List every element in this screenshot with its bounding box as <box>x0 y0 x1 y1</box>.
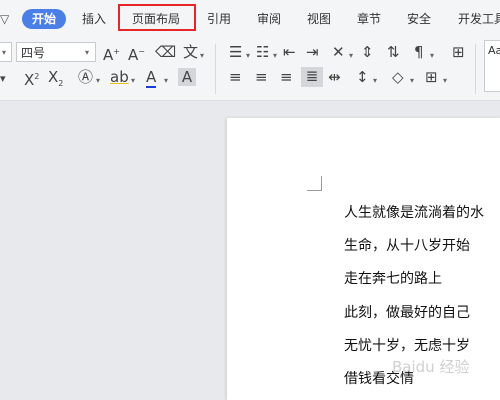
chevron-down-icon[interactable]: ▾ <box>430 51 434 60</box>
line-spacing-icon[interactable]: ⇕ <box>361 43 374 61</box>
font-size-combo[interactable]: 四号 ▾ <box>16 42 96 62</box>
bullet-list-icon[interactable]: ☰ <box>229 43 242 61</box>
borders-icon[interactable]: ⊞ <box>425 68 438 86</box>
chevron-down-icon[interactable]: ▾ <box>273 51 277 60</box>
document-line[interactable]: 生命，从十八岁开始 <box>344 235 470 255</box>
tab-references[interactable]: 引用 <box>207 9 231 29</box>
char-shading-icon[interactable]: A <box>178 68 196 86</box>
ribbon-tab-bar: ▽ 开始 插入 页面布局 引用 审阅 视图 章节 安全 开发工具 <box>0 0 500 36</box>
chevron-down-icon[interactable]: ▾ <box>200 51 204 60</box>
chevron-down-icon[interactable]: ▾ <box>164 76 168 85</box>
chevron-down-icon: ▾ <box>85 48 90 57</box>
highlight-color-icon[interactable]: ab <box>110 68 129 86</box>
tab-chapter[interactable]: 章节 <box>357 9 381 29</box>
increase-indent-icon[interactable]: ⇥ <box>306 43 319 61</box>
font-size-value: 四号 <box>21 46 46 60</box>
superscript-icon[interactable]: X2 <box>24 68 39 89</box>
styles-preview: Aa <box>488 44 500 57</box>
paragraph-shading-icon[interactable]: ◇ <box>392 68 404 86</box>
watermark: Baidu 经验 <box>392 358 470 376</box>
chevron-down-icon[interactable]: ▾ <box>246 51 250 60</box>
subscript-icon[interactable]: X2 <box>48 68 63 93</box>
font-name-combo[interactable]: ▾ <box>0 42 12 62</box>
numbered-list-icon[interactable]: ☷ <box>256 43 269 61</box>
align-left-icon[interactable]: ≡ <box>229 68 242 86</box>
align-right-icon[interactable]: ≡ <box>280 68 293 86</box>
show-marks-icon[interactable]: ¶ <box>414 43 424 61</box>
menu-caret-icon[interactable]: ▽ <box>0 9 9 29</box>
chevron-down-icon[interactable]: ▾ <box>131 76 135 85</box>
decrease-indent-icon[interactable]: ⇤ <box>283 43 296 61</box>
tab-view[interactable]: 视图 <box>307 9 331 29</box>
tab-insert[interactable]: 插入 <box>82 9 106 29</box>
chevron-down-icon: ▾ <box>2 48 7 57</box>
margin-corner-mark <box>307 176 322 191</box>
clear-format-icon[interactable]: ⌫ <box>155 43 176 61</box>
line-spacing-options-icon[interactable]: ↕ <box>356 68 369 86</box>
chevron-down-icon[interactable]: ▾ <box>349 51 353 60</box>
styles-gallery[interactable]: Aa <box>484 40 500 92</box>
font-color-icon[interactable]: A <box>146 68 157 88</box>
chevron-down-icon[interactable]: ▾ <box>96 76 100 85</box>
document-line[interactable]: 人生就像是流淌着的水 <box>344 202 484 222</box>
chinese-layout-icon[interactable]: ✕ <box>332 43 345 61</box>
tab-dev-tools[interactable]: 开发工具 <box>458 9 500 29</box>
document-line[interactable]: 走在奔七的路上 <box>344 268 442 288</box>
document-line[interactable]: 无忧十岁，无虑十岁 <box>344 335 470 355</box>
document-line[interactable]: 此刻，做最好的自己 <box>344 302 470 322</box>
tab-security[interactable]: 安全 <box>407 9 431 29</box>
table-icon[interactable]: ⊞ <box>452 43 465 61</box>
toolbar-divider <box>215 44 216 94</box>
chevron-down-icon[interactable]: ▾ <box>373 76 377 85</box>
justify-icon[interactable]: ≣ <box>301 67 323 87</box>
shrink-font-icon[interactable]: A− <box>128 43 145 64</box>
chevron-down-icon[interactable]: ▾ <box>410 76 414 85</box>
tab-start[interactable]: 开始 <box>22 9 67 29</box>
chevron-down-icon[interactable]: ▾ <box>443 76 447 85</box>
tab-review[interactable]: 审阅 <box>257 9 281 29</box>
text-effect-icon[interactable]: Ⓐ <box>78 68 93 86</box>
grow-font-icon[interactable]: A+ <box>103 43 120 64</box>
toolbar-divider <box>475 44 476 94</box>
tab-highlight-box <box>118 4 196 31</box>
chevron-down-icon[interactable]: ▾ <box>0 70 6 88</box>
align-center-icon[interactable]: ≡ <box>255 68 268 86</box>
phonetic-guide-icon[interactable]: 文 <box>183 43 198 61</box>
distributed-align-icon[interactable]: ⇹ <box>328 68 341 86</box>
sort-icon[interactable]: ⇅ <box>387 43 400 61</box>
